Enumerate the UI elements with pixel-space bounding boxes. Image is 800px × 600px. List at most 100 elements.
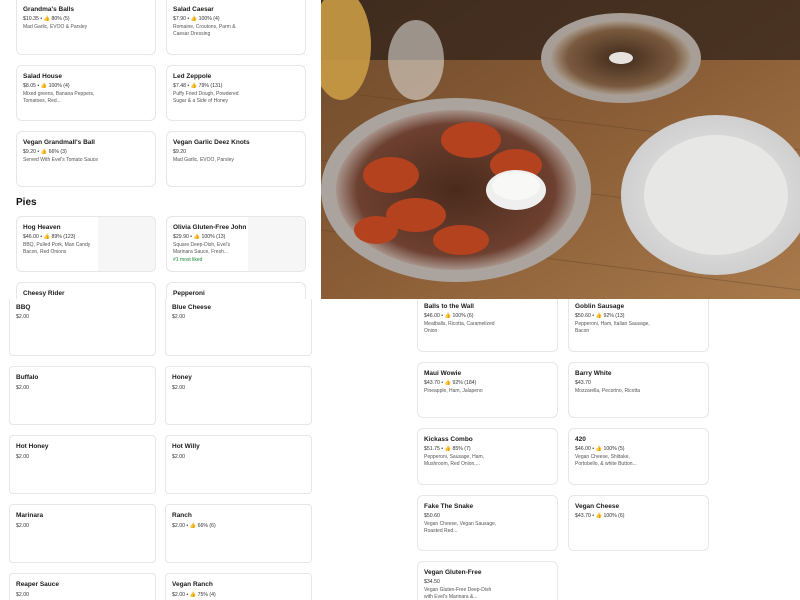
sauce-name: Ranch [172,512,192,519]
item-name: Pepperoni [173,290,205,297]
item-meta: $7.90 • 👍 100% (4) [173,16,220,22]
sauce-option[interactable]: Ranch $2.00 • 👍 66% (6) [165,504,312,563]
menu-item-card[interactable]: Cheesy Rider [16,282,156,300]
item-description: Served With Evel's Tomato Sauce [23,157,99,163]
item-name: Goblin Sausage [575,303,625,310]
item-meta: $50.60 • 👍 92% (13) [575,313,625,319]
menu-item-card[interactable]: Vegan Grandmall's Ball $9.20 • 👍 66% (3)… [16,131,156,187]
item-name: Maui Wowie [424,370,462,377]
item-meta: $34.50 [424,579,440,585]
sauce-option[interactable]: Honey $2.00 [165,366,312,425]
sauce-option[interactable]: Vegan Ranch $2.00 • 👍 75% (4) [165,573,312,600]
menu-item-card[interactable]: 420 $46.00 • 👍 100% (5) Vegan Cheese, Sh… [568,428,709,485]
item-description: Pineapple, Ham, Jalapeno [424,388,483,394]
sauce-price: $2.00 • 👍 66% (6) [172,523,216,529]
sauce-name: Buffalo [16,374,39,381]
sauce-name: Honey [172,374,192,381]
menu-item-card[interactable]: Maui Wowie $43.70 • 👍 92% (184) Pineappl… [417,362,558,418]
item-meta: $50.60 [424,513,440,519]
item-meta: $43.70 • 👍 100% (6) [575,513,625,519]
item-meta: $51.75 • 👍 85% (7) [424,446,471,452]
item-meta: $10.35 • 👍 80% (5) [23,16,70,22]
item-meta: $8.05 • 👍 100% (4) [23,83,70,89]
sauce-option[interactable]: Marinara $2.00 [9,504,156,563]
sauce-price: $2.00 [16,385,29,391]
sauce-options-pane: BBQ $2.00 Blue Cheese $2.00 Buffalo $2.0… [0,299,321,600]
menu-item-card[interactable]: Vegan Cheese $43.70 • 👍 100% (6) [568,495,709,551]
food-photo [321,0,800,299]
item-name: Salad Caesar [173,6,214,13]
sauce-option[interactable]: Buffalo $2.00 [9,366,156,425]
item-description: Pepperoni, Ham, Italian Sausage, Bacon [575,321,650,334]
item-name: Grandma's Balls [23,6,75,13]
sauce-option[interactable]: Hot Honey $2.00 [9,435,156,494]
sauce-name: Vegan Ranch [172,581,213,588]
item-meta: $43.70 [575,380,591,386]
menu-item-card[interactable]: Hog Heaven $46.00 • 👍 89% (123) BBQ, Pul… [16,216,156,272]
menu-item-card[interactable]: Olivia Gluten-Free John $29.90 • 👍 100% … [166,216,306,272]
wings-photo-illustration [321,0,800,299]
sauce-option[interactable]: Hot Willy $2.00 [165,435,312,494]
sauce-name: BBQ [16,304,31,311]
item-description: Mozzarella, Pecorino, Ricotta [575,388,641,394]
item-description: Square Deep-Dish, Evel's Marinara Sauce,… [173,242,231,255]
sauce-price: $2.00 [16,314,29,320]
item-description: Puffy Fried Dough, Powdered Sugar & a Si… [173,91,239,104]
item-name: Hog Heaven [23,224,61,231]
item-description: Mixed greens, Banana Peppers, Tomatoes, … [23,91,95,104]
sauce-name: Reaper Sauce [16,581,59,588]
sauce-price: $2.00 [172,314,185,320]
sauce-price: $2.00 [172,385,185,391]
menu-item-card[interactable]: Balls to the Wall $46.00 • 👍 100% (6) Me… [417,299,558,352]
item-name: 420 [575,436,586,443]
section-title-pies: Pies [16,197,37,208]
item-description: Vegan Cheese, Vegan Sausage, Roasted Red… [424,521,497,534]
sauce-price: $2.00 [16,454,29,460]
menu-item-card[interactable]: Vegan Gluten-Free $34.50 Vegan Gluten-Fr… [417,561,558,600]
item-description: Meatballs, Ricotta, Caramelized Onion [424,321,495,334]
menu-item-card[interactable]: Goblin Sausage $50.60 • 👍 92% (13) Peppe… [568,299,709,352]
menu-item-card[interactable]: Pepperoni [166,282,306,300]
menu-item-card[interactable]: Kickass Combo $51.75 • 👍 85% (7) Peppero… [417,428,558,485]
menu-item-card[interactable]: Barry White $43.70 Mozzarella, Pecorino,… [568,362,709,418]
item-description: Vegan Gluten-Free Deep-Dish with Evel's … [424,587,492,600]
item-name: Barry White [575,370,612,377]
sauce-name: Hot Honey [16,443,49,450]
sauce-name: Marinara [16,512,44,519]
item-name: Salad House [23,73,63,80]
item-name: Cheesy Rider [23,290,65,297]
menu-item-card[interactable]: Salad House $8.05 • 👍 100% (4) Mixed gre… [16,65,156,121]
menu-item-card[interactable]: Grandma's Balls $10.35 • 👍 80% (5) Mad G… [16,0,156,55]
item-meta: $9.20 [173,149,186,155]
item-meta: $9.20 • 👍 66% (3) [23,149,67,155]
item-name: Vegan Garlic Deez Knots [173,139,250,146]
item-meta: $29.90 • 👍 100% (13) [173,234,226,240]
menu-item-card[interactable]: Salad Caesar $7.90 • 👍 100% (4) Romaine,… [166,0,306,55]
item-meta: $46.00 • 👍 89% (123) [23,234,76,240]
item-image-placeholder [98,217,155,271]
item-name: Balls to the Wall [424,303,474,310]
item-meta: $46.00 • 👍 100% (6) [424,313,474,319]
item-meta: $7.48 • 👍 79% (131) [173,83,223,89]
menu-item-card[interactable]: Led Zeppole $7.48 • 👍 79% (131) Puffy Fr… [166,65,306,121]
sauce-price: $2.00 [172,454,185,460]
left-menu-pane: Grandma's Balls $10.35 • 👍 80% (5) Mad G… [0,0,321,300]
menu-item-card[interactable]: Fake The Snake $50.60 Vegan Cheese, Vega… [417,495,558,551]
item-name: Kickass Combo [424,436,473,443]
sauce-option[interactable]: BBQ $2.00 [9,299,156,356]
item-name: Olivia Gluten-Free John [173,224,247,231]
sauce-name: Hot Willy [172,443,200,450]
item-description: Mad Garlic, EVOO & Parsley [23,24,88,30]
most-liked-badge: #1 most liked [173,257,203,263]
sauce-option[interactable]: Reaper Sauce $2.00 [9,573,156,600]
menu-item-card[interactable]: Vegan Garlic Deez Knots $9.20 Mad Garlic… [166,131,306,187]
item-meta: $46.00 • 👍 100% (5) [575,446,625,452]
item-name: Vegan Cheese [575,503,620,510]
item-image-placeholder [248,217,305,271]
item-description: Mad Garlic, EVOO, Parsley [173,157,234,163]
sauce-price: $2.00 [16,523,29,529]
item-description: Pepperoni, Sausage, Ham, Mushroom, Red O… [424,454,485,467]
right-menu-pane: Balls to the Wall $46.00 • 👍 100% (6) Me… [321,299,800,600]
item-name: Led Zeppole [173,73,212,80]
sauce-option[interactable]: Blue Cheese $2.00 [165,299,312,356]
